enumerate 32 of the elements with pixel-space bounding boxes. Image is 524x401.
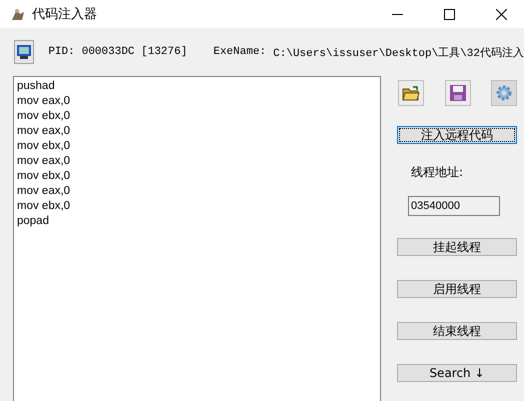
- code-line: mov eax,0: [17, 184, 72, 199]
- program-icon[interactable]: [14, 40, 34, 64]
- code-line: mov eax,0: [17, 154, 72, 169]
- exe-path: C:\Users\issuser\Desktop\工具\32代码注入: [273, 46, 524, 60]
- exe-name-label: ExeName:: [213, 46, 266, 58]
- app-icon: [10, 7, 26, 21]
- code-line: mov ebx,0: [17, 169, 72, 184]
- window-title: 代码注入器: [32, 6, 98, 23]
- end-thread-button[interactable]: 结束线程: [397, 322, 517, 340]
- save-button[interactable]: [444, 80, 470, 106]
- maximize-icon: [444, 8, 454, 20]
- search-button[interactable]: Search ↓: [397, 364, 517, 382]
- thread-address-label: 线程地址:: [411, 164, 464, 181]
- code-line: popad: [17, 214, 50, 229]
- gear-icon: [495, 84, 513, 102]
- monitor-icon: [16, 44, 32, 60]
- code-line: mov ebx,0: [17, 199, 72, 214]
- suspend-thread-button[interactable]: 挂起线程: [397, 238, 517, 256]
- inject-button[interactable]: 注入远程代码: [397, 126, 517, 144]
- code-editor[interactable]: pushad mov eax,0 mov ebx,0 mov eax,0 mov ebx,0 mov eax,0 mov ebx,0 mov eax,0 mov ebx,0 popad: [13, 76, 381, 401]
- open-button[interactable]: [398, 80, 424, 106]
- pid-value: 000033DC [13276]: [82, 46, 188, 58]
- code-line: mov eax,0: [17, 124, 72, 139]
- resume-thread-button[interactable]: 启用线程: [397, 280, 517, 298]
- pid-label: PID:: [48, 46, 75, 58]
- code-line: mov ebx,0: [17, 139, 72, 154]
- thread-address-field[interactable]: 03540000: [408, 196, 500, 216]
- code-line: mov ebx,0: [17, 109, 72, 124]
- code-line: pushad: [17, 79, 56, 94]
- folder-icon: [402, 86, 420, 100]
- code-line: mov eax,0: [17, 94, 72, 109]
- close-icon: [496, 8, 506, 20]
